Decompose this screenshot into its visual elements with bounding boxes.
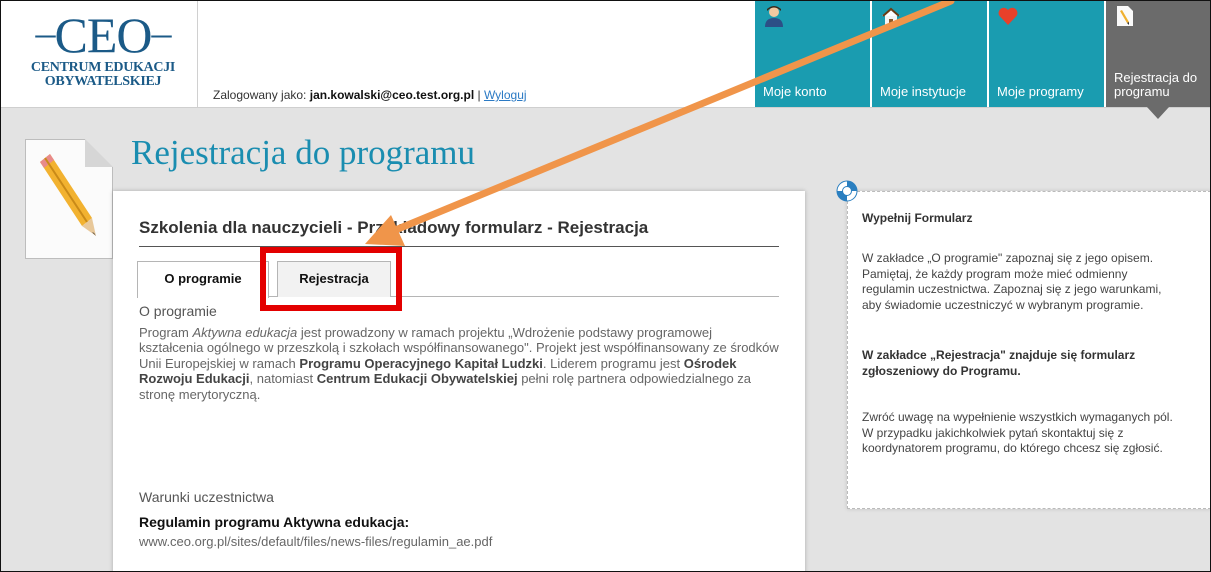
partner-name: Centrum Edukacji Obywatelskiej xyxy=(316,371,518,386)
nav-label: Moje programy xyxy=(997,85,1084,99)
form-title: Szkolenia dla nauczycieli - Przykładowy … xyxy=(139,218,649,237)
nav-label-text: Moje instytucje xyxy=(880,84,966,99)
about-heading: O programie xyxy=(139,303,217,319)
page-title: Rejestracja do programu xyxy=(131,133,476,172)
nav-label: Moje konto xyxy=(763,84,827,99)
nav-label-text: Moje programy xyxy=(997,84,1084,99)
pencil-document-icon xyxy=(25,139,113,259)
about-text-part: , natomiast xyxy=(249,371,317,386)
nav-label-text: Rejestracja do programu xyxy=(1114,70,1198,99)
pencil-icon xyxy=(40,154,96,236)
regulations-title: Regulamin programu Aktywna edukacja: xyxy=(139,514,410,530)
info-paragraph-3: Zwróć uwagę na wypełnienie wszystkich wy… xyxy=(862,410,1173,455)
tab-bar: O programie Rejestracja xyxy=(137,261,779,298)
info-title: Wypełnij Formularz xyxy=(862,211,973,225)
about-section: O programie Program Aktywna edukacja jes… xyxy=(139,303,779,403)
conditions-heading: Warunki uczestnictwa xyxy=(139,489,274,505)
about-text: Program Aktywna edukacja jest prowadzony… xyxy=(139,325,779,403)
nav-label: Moje instytucje xyxy=(880,85,966,99)
form-panel: Szkolenia dla nauczycieli - Przykładowy … xyxy=(113,191,805,571)
lifebuoy-icon xyxy=(836,180,858,202)
regulations-link[interactable]: www.ceo.org.pl/sites/default/files/news-… xyxy=(139,534,492,549)
about-text-part: Program xyxy=(139,324,193,340)
header-divider xyxy=(197,1,198,107)
nav-label: Rejestracja do programu xyxy=(1114,71,1210,99)
house-icon xyxy=(882,7,900,25)
info-paragraph-1: W zakładce „O programie" zapoznaj się z … xyxy=(862,251,1162,312)
tab-o-programie[interactable]: O programie xyxy=(137,261,269,298)
nav-item-moje-konto[interactable]: Moje konto xyxy=(755,1,870,107)
ceo-logo[interactable]: –CEO– CENTRUM EDUKACJI OBYWATELSKIEJ xyxy=(19,7,187,103)
logo-mark: –CEO– xyxy=(35,7,172,63)
page-frame: –CEO– CENTRUM EDUKACJI OBYWATELSKIEJ Zal… xyxy=(0,0,1211,572)
login-separator: | xyxy=(474,88,484,102)
title-divider xyxy=(139,246,779,247)
user-icon xyxy=(765,6,783,27)
nav-item-rejestracja[interactable]: Rejestracja do programu xyxy=(1106,1,1210,119)
login-prefix: Zalogowany jako: xyxy=(213,88,310,102)
logo-line-1: CENTRUM EDUKACJI xyxy=(30,60,176,75)
login-info: Zalogowany jako: jan.kowalski@ceo.test.o… xyxy=(213,88,527,102)
nav-item-moje-instytucje[interactable]: Moje instytucje xyxy=(872,1,987,107)
program-name: Aktywna edukacja xyxy=(192,324,298,340)
program-kl: Programu Operacyjnego Kapitał Ludzki xyxy=(299,355,543,371)
info-paragraph-2: W zakładce „Rejestracja" znajduje się fo… xyxy=(862,348,1136,378)
about-text-part: . Liderem programu jest xyxy=(542,355,684,371)
login-user: jan.kowalski@ceo.test.org.pl xyxy=(309,88,475,102)
nav-item-moje-programy[interactable]: Moje programy xyxy=(989,1,1104,107)
heart-icon xyxy=(998,7,1018,25)
header: –CEO– CENTRUM EDUKACJI OBYWATELSKIEJ Zal… xyxy=(1,1,1210,119)
highlight-box xyxy=(260,247,402,311)
info-box: Wypełnij Formularz W zakładce „O program… xyxy=(847,191,1210,509)
logout-link[interactable]: Wyloguj xyxy=(484,88,527,102)
main-nav: Moje konto Moje instytucje Moje programy xyxy=(755,1,1210,119)
document-pencil-icon xyxy=(1117,6,1133,26)
logo-line-2: OBYWATELSKIEJ xyxy=(44,74,162,89)
